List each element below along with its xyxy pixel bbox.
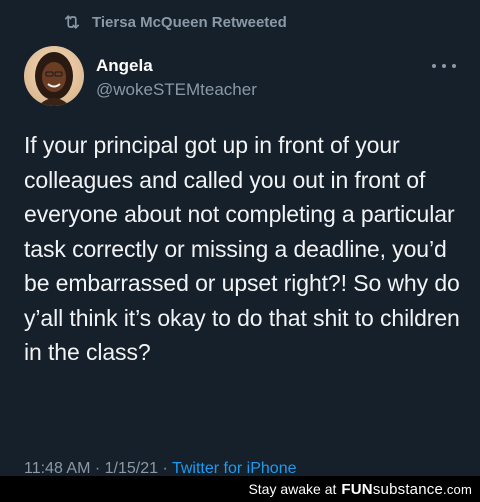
avatar[interactable] [24, 46, 84, 106]
author-display-name[interactable]: Angela [96, 56, 153, 76]
tweet-screen: Tiersa McQueen Retweeted Angela @wokeSTE… [0, 0, 480, 502]
tweet-time: 11:48 AM [24, 460, 91, 477]
site-watermark: Stay awake at FUNsubstance.com [0, 476, 480, 502]
tweet-date: 1/15/21 [104, 460, 159, 477]
meta-separator: · [94, 460, 101, 477]
more-options-icon[interactable] [432, 60, 456, 72]
retweet-label: Tiersa McQueen Retweeted [92, 13, 287, 31]
tweet-text: If your principal got up in front of you… [24, 132, 460, 365]
author-handle[interactable]: @wokeSTEMteacher [96, 80, 257, 100]
watermark-prefix: Stay awake at [248, 481, 337, 497]
tweet-source-link[interactable]: Twitter for iPhone [172, 460, 297, 477]
retweet-context[interactable]: Tiersa McQueen Retweeted [62, 12, 287, 32]
retweet-icon [64, 15, 80, 29]
avatar-photo [24, 46, 84, 106]
watermark-logo: FUNsubstance.com [341, 480, 472, 498]
meta-separator: · [162, 460, 168, 477]
